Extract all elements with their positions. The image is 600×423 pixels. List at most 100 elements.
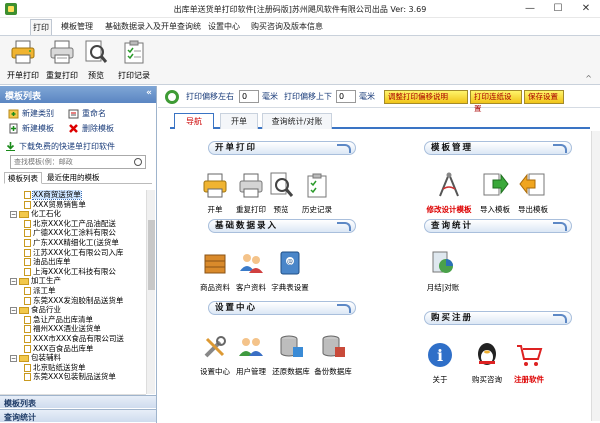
- tree-template-item[interactable]: 北京XXX化工产品油配送: [0, 219, 156, 229]
- download-express-link[interactable]: 下载免费的快递单打印软件: [4, 140, 152, 153]
- bottom-tab-query-stats[interactable]: 查询统计: [0, 409, 156, 422]
- tree-expand-toggle[interactable]: −: [10, 210, 17, 218]
- menu-tab-template[interactable]: 模板管理: [58, 19, 96, 35]
- tree-folder[interactable]: − 食品行业: [0, 305, 156, 315]
- tree-item-label: XXX百食品出库单: [33, 343, 94, 353]
- tab-open-order[interactable]: 开单: [220, 113, 258, 129]
- collapse-panel-icon[interactable]: «: [146, 88, 152, 98]
- ribbon-preview-button[interactable]: 预览: [80, 39, 112, 83]
- ribbon-print-record-button[interactable]: 打印记录: [114, 39, 154, 83]
- tile-dictionary-settings[interactable]: @ 字典表设置: [266, 249, 314, 293]
- tile-register-software[interactable]: 注册软件: [508, 341, 550, 385]
- svg-text:i: i: [437, 346, 443, 365]
- rename-button[interactable]: 重命名: [68, 107, 106, 120]
- new-template-button[interactable]: 新建模板: [8, 122, 54, 135]
- tree-template-item[interactable]: 东莞XXX包装制品送货单: [0, 372, 156, 382]
- tree-template-item[interactable]: XXX市XXX食品有限公司送: [0, 334, 156, 344]
- tree-template-item[interactable]: 广德XXX化工涂料有限公: [0, 228, 156, 238]
- template-doc-icon: [24, 344, 31, 353]
- tree-item-label: 广德XXX化工涂料有限公: [33, 228, 116, 238]
- tile-preview-label: 预览: [273, 205, 289, 214]
- ribbon-collapse-icon[interactable]: ^: [585, 74, 592, 83]
- menu-tab-settings[interactable]: 设置中心: [208, 19, 240, 35]
- menu-tab-print[interactable]: 打印: [30, 19, 52, 35]
- tab-template-list[interactable]: 模板列表: [4, 172, 42, 184]
- tree-template-item[interactable]: 北京贴纸送货单: [0, 363, 156, 373]
- offset-help-button[interactable]: 调整打印偏移说明: [384, 90, 468, 104]
- unit-mm-2: 毫米: [359, 92, 375, 101]
- tree-expand-toggle[interactable]: −: [10, 354, 17, 362]
- tile-export-template[interactable]: 导出模板: [512, 171, 554, 215]
- tile-history[interactable]: 历史记录: [296, 171, 338, 215]
- search-icon[interactable]: [134, 158, 142, 166]
- tree-template-item[interactable]: 上海XXX化工科技有限公: [0, 267, 156, 277]
- tile-purchase-consult[interactable]: 购买咨询: [466, 341, 508, 385]
- offset-ud-input[interactable]: 0: [336, 90, 356, 103]
- tab-query-reconcile[interactable]: 查询统计/对账: [262, 113, 332, 129]
- tree-expand-toggle[interactable]: −: [10, 277, 17, 285]
- tree-folder[interactable]: − 包装辅料: [0, 353, 156, 363]
- save-settings-button[interactable]: 保存设置: [524, 90, 564, 104]
- delete-template-button[interactable]: 删除模板: [68, 122, 114, 135]
- tab-navigation[interactable]: 导航: [174, 113, 214, 129]
- tree-template-item[interactable]: XX商贸送货单: [0, 190, 156, 200]
- close-button[interactable]: ✕: [572, 0, 600, 18]
- ribbon-open-print-button[interactable]: 开单打印: [3, 39, 43, 83]
- tile-backup-db[interactable]: 备份数据库: [310, 333, 356, 377]
- tile-about[interactable]: i 关于: [424, 341, 456, 385]
- tile-preview[interactable]: 预览: [266, 171, 296, 215]
- offset-lr-input[interactable]: 0: [239, 90, 259, 103]
- section-print-title: 开单打印: [208, 141, 356, 155]
- minimize-button[interactable]: —: [516, 0, 544, 18]
- tree-item-label: XXX贸易销售单: [33, 199, 86, 209]
- tile-edit-template[interactable]: 修改设计模板: [424, 171, 474, 215]
- backup-database-icon: [322, 335, 345, 357]
- template-search-input[interactable]: [11, 156, 131, 168]
- tree-folder[interactable]: − 加工生产: [0, 276, 156, 286]
- tree-template-item[interactable]: 江苏XXX化工有限公司入库: [0, 248, 156, 258]
- ribbon-reprint-button[interactable]: 重复打印: [42, 39, 82, 83]
- tree-template-item[interactable]: 派工单: [0, 286, 156, 296]
- tab-recent-templates[interactable]: 最近使用的模板: [44, 172, 103, 184]
- tree-template-item[interactable]: 油品出库单: [0, 257, 156, 267]
- section-query-title-text: 查询统计: [431, 221, 474, 231]
- tile-user-management-label: 用户管理: [236, 367, 266, 376]
- gear-icon: [165, 90, 179, 104]
- preview-icon: [270, 172, 294, 197]
- new-category-button[interactable]: 新建类别: [8, 107, 54, 120]
- maximize-button[interactable]: ☐: [544, 0, 572, 18]
- tree-template-item[interactable]: 急让产品出库清单: [0, 315, 156, 325]
- tree-template-item[interactable]: 东莞XXX发泡胶制品送货单: [0, 296, 156, 306]
- qq-penguin-icon: [478, 343, 496, 365]
- tree-item-label: 包装辅料: [31, 353, 61, 363]
- tile-restore-db[interactable]: 还原数据库: [268, 333, 314, 377]
- left-panel-title: 模板列表: [5, 92, 42, 102]
- tile-import-template[interactable]: 导入模板: [474, 171, 516, 215]
- menu-tab-basic-data[interactable]: 基础数据录入及开单查询统计: [102, 19, 204, 46]
- tile-user-management[interactable]: 用户管理: [230, 333, 272, 377]
- svg-text:@: @: [287, 259, 293, 266]
- nav-tabs: 导航 开单 查询统计/对账: [170, 113, 590, 129]
- tree-template-item[interactable]: XXX贸易销售单: [0, 200, 156, 210]
- open-order-printer-icon: [203, 173, 227, 198]
- tile-backup-db-label: 备份数据库: [314, 367, 352, 376]
- users-icon: [239, 338, 263, 356]
- tree-vertical-scroll-thumb[interactable]: [148, 220, 155, 290]
- template-doc-icon: [24, 363, 31, 372]
- menu-tab-purchase[interactable]: 购买咨询及版本信息: [250, 19, 324, 35]
- tree-template-item[interactable]: XXX百食品出库单: [0, 344, 156, 354]
- bottom-tab-template-list[interactable]: 模板列表: [0, 395, 156, 408]
- section-basic-title-text: 基础数据录入: [215, 221, 279, 231]
- tile-monthly-reconcile[interactable]: 月结|对账: [422, 249, 464, 293]
- tree-template-item[interactable]: 广东XXX精细化工(送货单: [0, 238, 156, 248]
- section-print-title-text: 开单打印: [215, 143, 258, 153]
- template-doc-icon: [24, 219, 31, 228]
- tree-folder[interactable]: − 化工石化: [0, 209, 156, 219]
- customers-icon: [240, 254, 263, 273]
- tree-expand-toggle[interactable]: −: [10, 306, 17, 314]
- continuous-paper-button[interactable]: 打印连纸设置: [470, 90, 522, 113]
- tree-vertical-scrollbar[interactable]: [146, 190, 155, 394]
- tree-template-item[interactable]: 福州XXX酒业送货单: [0, 324, 156, 334]
- template-doc-icon: [24, 325, 31, 334]
- main-vertical-scrollbar[interactable]: [591, 131, 600, 421]
